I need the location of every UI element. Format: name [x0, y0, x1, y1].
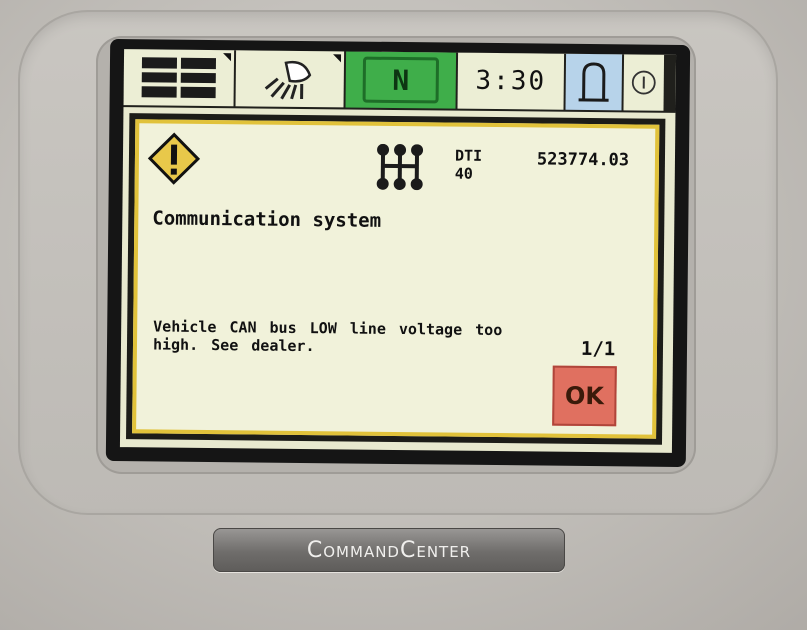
- engine-hours: 523774.03: [537, 149, 629, 170]
- corner-indicator: [223, 53, 231, 61]
- lights-button[interactable]: [236, 50, 345, 107]
- alarm-button[interactable]: [565, 54, 622, 111]
- work-light-icon: [260, 57, 320, 102]
- page-indicator: 1/1: [581, 338, 616, 360]
- dti-label: DTI: [455, 147, 482, 165]
- alert-content: DTI 40 523774.03 Communication system Ve…: [132, 119, 659, 438]
- menu-button[interactable]: [124, 49, 235, 106]
- status-bar: N 3:30: [123, 49, 676, 113]
- alert-dialog: DTI 40 523774.03 Communication system Ve…: [126, 113, 665, 445]
- alarm-bell-icon: [577, 60, 611, 104]
- menu-grid-icon: [142, 57, 216, 98]
- gear-indicator: N: [346, 51, 457, 108]
- info-button[interactable]: [623, 54, 664, 110]
- warning-diamond-icon: [147, 131, 202, 186]
- clock: 3:30: [457, 53, 564, 110]
- transmission-shift-icon: [375, 144, 425, 191]
- alert-message: Vehicle CAN bus LOW line voltage too hig…: [153, 317, 557, 357]
- alert-title: Communication system: [152, 207, 381, 231]
- ok-button[interactable]: OK: [552, 366, 617, 427]
- dti-code: 40: [455, 165, 473, 183]
- info-icon: [631, 69, 657, 95]
- brand-plate: CommandCenter: [213, 528, 565, 572]
- display-screen: N 3:30: [120, 49, 676, 453]
- corner-indicator: [333, 54, 341, 62]
- gear-value: N: [363, 57, 439, 104]
